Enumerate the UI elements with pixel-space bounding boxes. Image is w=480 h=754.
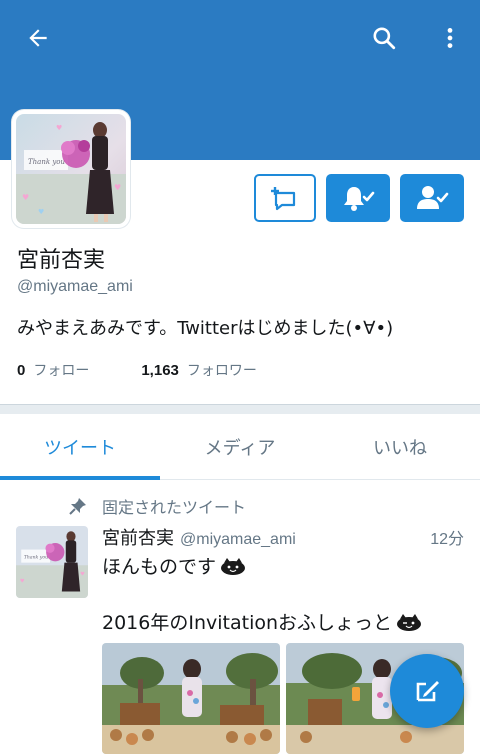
arrow-left-icon (29, 29, 47, 47)
tweet-timestamp: 12分 (430, 531, 464, 548)
notifications-button[interactable] (326, 174, 390, 222)
followers-label: フォロワー (186, 363, 257, 379)
pin-icon (68, 496, 88, 516)
tab-tweets[interactable]: ツイート (0, 414, 160, 480)
person-check-icon (417, 186, 449, 209)
section-divider (0, 404, 480, 414)
winking-face-emoji-icon (397, 613, 422, 631)
tweet-header: 宮前杏実 @miyamae_ami 12分 (102, 524, 464, 550)
more-vertical-icon (447, 28, 453, 48)
profile-name: 宮前杏実 (17, 248, 106, 273)
following-stat[interactable]: 0 フォロー (17, 360, 89, 380)
more-options-button[interactable] (430, 18, 470, 58)
direct-message-button[interactable] (254, 174, 316, 222)
profile-bio: みやまえあみです。Twitterはじめました(•∀•) (17, 318, 394, 339)
compose-icon (416, 681, 439, 702)
profile-stats: 0 フォロー 1,163 フォロワー (17, 360, 309, 380)
avatar-photo: Thank you ♥ ♥ ♥ ♥ (16, 114, 126, 224)
tweet-author-name[interactable]: 宮前杏実 (102, 524, 174, 550)
bell-check-icon (344, 187, 375, 211)
search-button[interactable] (364, 18, 404, 58)
svg-text:Thank you: Thank you (28, 158, 65, 166)
svg-text:♥: ♥ (80, 572, 85, 578)
compose-tweet-button[interactable] (390, 654, 464, 728)
pinned-label: 固定されたツイート (102, 498, 247, 517)
followers-count: 1,163 (141, 362, 179, 379)
tweet-author-handle: @miyamae_ami (180, 531, 296, 548)
profile-avatar[interactable]: Thank you ♥ ♥ ♥ ♥ (12, 110, 130, 228)
following-button[interactable] (400, 174, 464, 222)
tweet-photo-1 (102, 643, 280, 754)
smiling-face-emoji-icon (221, 557, 246, 575)
tweet-avatar-photo: Thank you ♥ ♥ (16, 526, 88, 598)
svg-text:♥: ♥ (20, 578, 25, 584)
pinned-tweet-indicator: 固定されたツイート (68, 494, 246, 518)
back-button[interactable] (18, 18, 58, 58)
followers-stat[interactable]: 1,163 フォロワー (141, 360, 257, 380)
profile-tabs: ツイート メディア いいね (0, 414, 480, 480)
tab-media[interactable]: メディア (160, 414, 320, 479)
search-icon (373, 27, 396, 50)
tweet-text-1: ほんものです (102, 556, 217, 578)
svg-text:♥: ♥ (114, 183, 121, 192)
tweet-text-line-1: ほんものです (102, 552, 246, 579)
svg-text:Thank you: Thank you (24, 555, 48, 561)
following-label: フォロー (33, 363, 90, 379)
message-add-icon (271, 187, 296, 211)
tab-likes[interactable]: いいね (320, 414, 480, 479)
svg-text:♥: ♥ (38, 208, 44, 216)
profile-handle: @miyamae_ami (17, 278, 133, 295)
tweet-text-line-2: 2016年のInvitationおふしょっと (102, 608, 422, 635)
svg-text:♥: ♥ (22, 193, 29, 202)
svg-text:♥: ♥ (56, 124, 62, 132)
tweet-avatar[interactable]: Thank you ♥ ♥ (16, 526, 88, 598)
tweet-media-1[interactable] (102, 643, 280, 754)
tweet-text-2: 2016年のInvitationおふしょっと (102, 612, 393, 634)
following-count: 0 (17, 362, 26, 379)
